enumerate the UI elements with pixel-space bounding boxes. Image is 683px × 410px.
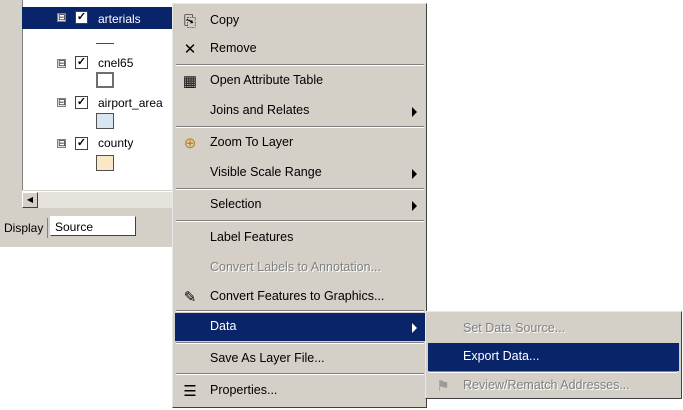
menu-item-label: Convert Labels to Annotation... — [210, 260, 381, 274]
menu-separator — [176, 64, 424, 66]
layer-name-cnel65[interactable]: cnel65 — [98, 56, 133, 70]
menu-item-label: Properties... — [210, 383, 278, 397]
tab-display[interactable]: Display — [0, 218, 48, 238]
geocode-icon: ⚑ — [436, 378, 450, 395]
county-polygon-symbol[interactable] — [96, 155, 114, 171]
menu-item-joins-and-relates[interactable]: Joins and Relates — [175, 97, 425, 125]
menu-item-copy[interactable]: ⎘ Copy — [175, 7, 425, 35]
layer-row-arterials-selected[interactable] — [22, 7, 172, 29]
scroll-left-arrow-icon[interactable]: ◀ — [22, 192, 38, 208]
airport-area-checkbox[interactable]: ✓ — [75, 96, 88, 109]
data-submenu: Set Data Source... Export Data... ⚑ Revi… — [425, 311, 682, 399]
zoom-to-layer-icon: ⊕ — [183, 135, 197, 152]
table-icon: ▦ — [182, 73, 198, 90]
layer-name-airport-area[interactable]: airport_area — [98, 96, 163, 110]
menu-item-label: Data — [210, 319, 237, 333]
properties-icon: ☰ — [183, 383, 197, 400]
collapse-airport-area-icon[interactable]: ⊟ — [57, 98, 66, 107]
menu-item-set-data-source[interactable]: Set Data Source... — [428, 315, 679, 343]
cnel65-polygon-symbol[interactable] — [96, 72, 114, 88]
layer-context-menu: ⎘ Copy ✕ Remove ▦ Open Attribute Table J… — [172, 3, 427, 408]
collapse-cnel65-icon[interactable]: ⊟ — [57, 59, 66, 68]
menu-item-label: Visible Scale Range — [210, 165, 322, 179]
menu-separator — [176, 188, 424, 190]
menu-item-label: Export Data... — [463, 349, 540, 363]
menu-item-convert-features-to-graphics[interactable]: ✎ Convert Features to Graphics... — [175, 283, 425, 311]
menu-item-label: Joins and Relates — [210, 103, 310, 117]
menu-item-convert-labels-to-annotation[interactable]: Convert Labels to Annotation... — [175, 254, 425, 282]
menu-item-open-attribute-table[interactable]: ▦ Open Attribute Table — [175, 67, 425, 95]
remove-x-icon: ✕ — [183, 41, 197, 58]
menu-item-label: Review/Rematch Addresses... — [463, 378, 630, 392]
menu-item-label: Set Data Source... — [463, 321, 566, 335]
convert-graphics-icon: ✎ — [183, 289, 197, 306]
menu-item-label: Save As Layer File... — [210, 351, 325, 365]
menu-item-label: Zoom To Layer — [210, 135, 294, 149]
menu-separator — [176, 373, 424, 375]
menu-separator — [176, 220, 424, 222]
collapse-arterials-icon[interactable]: ⊟ — [57, 13, 66, 22]
menu-item-export-data[interactable]: Export Data... — [428, 343, 679, 371]
menu-item-zoom-to-layer[interactable]: ⊕ Zoom To Layer — [175, 129, 425, 157]
menu-item-remove[interactable]: ✕ Remove — [175, 35, 425, 63]
submenu-arrow-icon — [412, 107, 417, 117]
submenu-arrow-icon — [412, 169, 417, 179]
menu-item-properties[interactable]: ☰ Properties... — [175, 377, 425, 405]
menu-item-label-features[interactable]: Label Features — [175, 224, 425, 252]
layer-name-arterials[interactable]: arterials — [98, 12, 141, 26]
menu-item-label: Convert Features to Graphics... — [210, 289, 385, 303]
airport-area-polygon-symbol[interactable] — [96, 113, 114, 129]
submenu-arrow-icon — [412, 201, 417, 211]
tab-source[interactable]: Source — [50, 216, 136, 236]
menu-item-label: Label Features — [210, 230, 294, 244]
collapse-county-icon[interactable]: ⊟ — [57, 139, 66, 148]
menu-item-save-as-layer-file[interactable]: Save As Layer File... — [175, 345, 425, 373]
county-checkbox[interactable]: ✓ — [75, 137, 88, 150]
copy-icon: ⎘ — [183, 13, 196, 30]
arterials-checkbox[interactable]: ✓ — [75, 11, 88, 24]
menu-item-review-rematch-addresses[interactable]: ⚑ Review/Rematch Addresses... — [428, 372, 679, 400]
menu-separator — [176, 342, 424, 344]
menu-separator — [176, 310, 424, 312]
arterials-line-symbol[interactable] — [96, 43, 114, 44]
layer-name-county[interactable]: county — [98, 136, 133, 150]
menu-item-label: Open Attribute Table — [210, 73, 324, 87]
submenu-arrow-icon — [412, 323, 417, 333]
menu-item-data[interactable]: Data — [175, 313, 425, 341]
menu-item-visible-scale-range[interactable]: Visible Scale Range — [175, 159, 425, 187]
menu-separator — [176, 126, 424, 128]
menu-item-selection[interactable]: Selection — [175, 191, 425, 219]
menu-item-label: Selection — [210, 197, 262, 211]
menu-item-label: Copy — [210, 13, 240, 27]
menu-item-label: Remove — [210, 41, 257, 55]
cnel65-checkbox[interactable]: ✓ — [75, 56, 88, 69]
